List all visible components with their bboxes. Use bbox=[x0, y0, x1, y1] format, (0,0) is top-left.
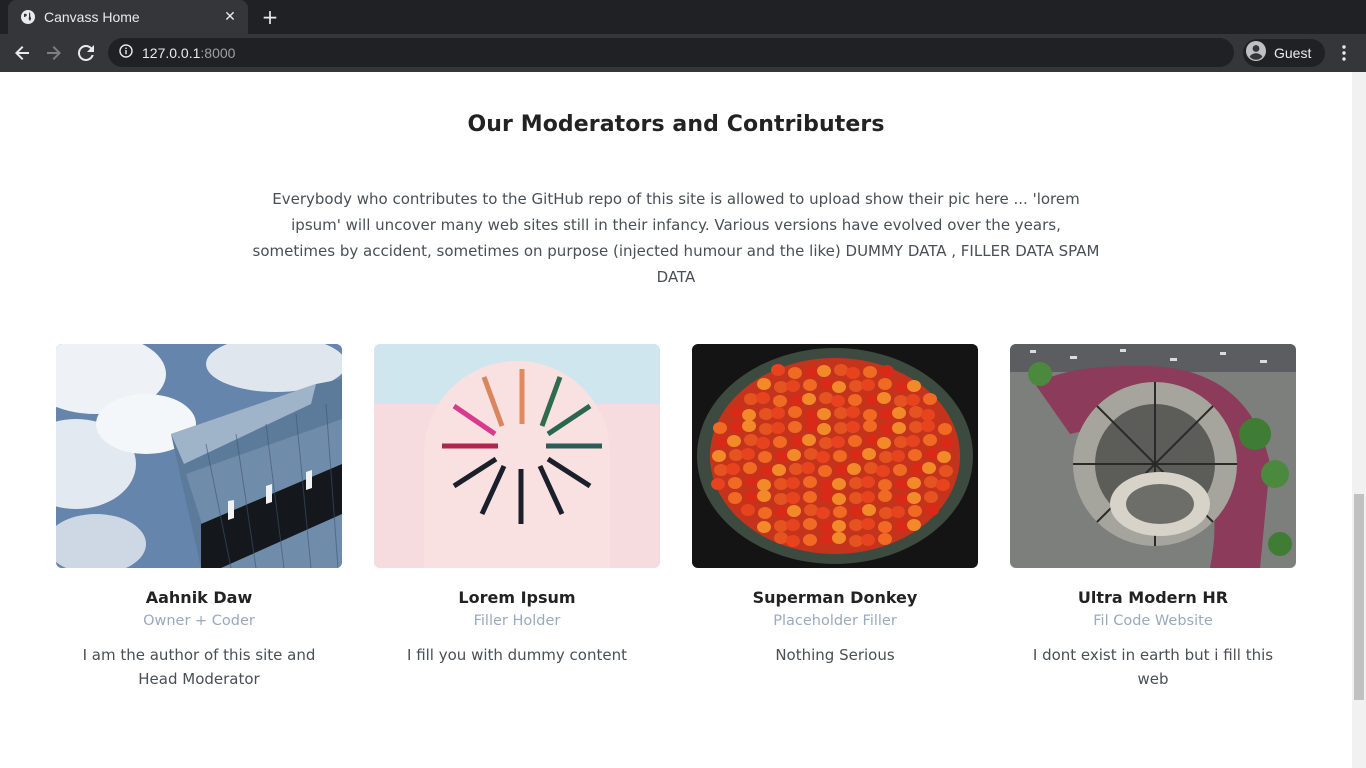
member-role: Filler Holder bbox=[473, 613, 561, 629]
info-icon[interactable] bbox=[119, 43, 133, 62]
profile-button[interactable]: Guest bbox=[1243, 39, 1325, 67]
pink-arch-sunburst-photo bbox=[374, 344, 660, 568]
plus-icon[interactable]: + bbox=[260, 7, 280, 27]
globe-icon bbox=[20, 9, 36, 25]
browser-tab[interactable]: Canvass Home ✕ bbox=[8, 0, 248, 34]
member-role: Owner + Coder bbox=[143, 613, 255, 629]
tab-strip: Canvass Home ✕ + bbox=[0, 0, 1366, 34]
member-name: Ultra Modern HR bbox=[1077, 588, 1229, 607]
member-card: Lorem Ipsum Filler Holder I fill you wit… bbox=[374, 344, 660, 667]
member-card: Ultra Modern HR Fil Code Website I dont … bbox=[1010, 344, 1296, 691]
member-description: Nothing Serious bbox=[775, 646, 895, 664]
member-role: Placeholder Filler bbox=[773, 613, 897, 629]
tab-title: Canvass Home bbox=[44, 9, 140, 25]
aerial-building-photo bbox=[1010, 344, 1296, 568]
scrollbar-thumb[interactable] bbox=[1354, 494, 1364, 700]
member-name: Superman Donkey bbox=[752, 588, 918, 607]
profile-label: Guest bbox=[1274, 45, 1312, 61]
url-text: 127.0.0.1:8000 bbox=[142, 44, 236, 61]
browser-toolbar: 127.0.0.1:8000 Guest bbox=[0, 34, 1366, 72]
member-description: I fill you with dummy content bbox=[407, 646, 627, 664]
address-bar[interactable]: 127.0.0.1:8000 bbox=[108, 38, 1234, 67]
tomatoes-basket-photo bbox=[692, 344, 978, 568]
skyscraper-clouds-photo bbox=[56, 344, 342, 568]
member-name: Lorem Ipsum bbox=[458, 588, 576, 607]
member-role: Fil Code Website bbox=[1093, 613, 1213, 629]
member-name: Aahnik Daw bbox=[145, 588, 253, 607]
page-viewport: Our Moderators and Contributers Everybod… bbox=[0, 72, 1352, 768]
member-card: Superman Donkey Placeholder Filler Nothi… bbox=[692, 344, 978, 667]
reload-icon[interactable] bbox=[74, 41, 98, 65]
account-icon bbox=[1246, 41, 1266, 65]
member-description: I am the author of this site and Head Mo… bbox=[82, 646, 316, 688]
vertical-scrollbar[interactable] bbox=[1352, 72, 1366, 768]
kebab-menu-icon[interactable] bbox=[1334, 42, 1354, 64]
back-arrow-icon[interactable] bbox=[10, 41, 34, 65]
section-heading: Our Moderators and Contributers bbox=[467, 112, 885, 137]
member-card: Aahnik Daw Owner + Coder I am the author… bbox=[56, 344, 342, 691]
forward-arrow-icon[interactable] bbox=[42, 41, 66, 65]
section-intro: Everybody who contributes to the GitHub … bbox=[252, 190, 1100, 286]
member-description: I dont exist in earth but i fill this we… bbox=[1032, 646, 1274, 688]
close-icon[interactable]: ✕ bbox=[222, 9, 238, 25]
